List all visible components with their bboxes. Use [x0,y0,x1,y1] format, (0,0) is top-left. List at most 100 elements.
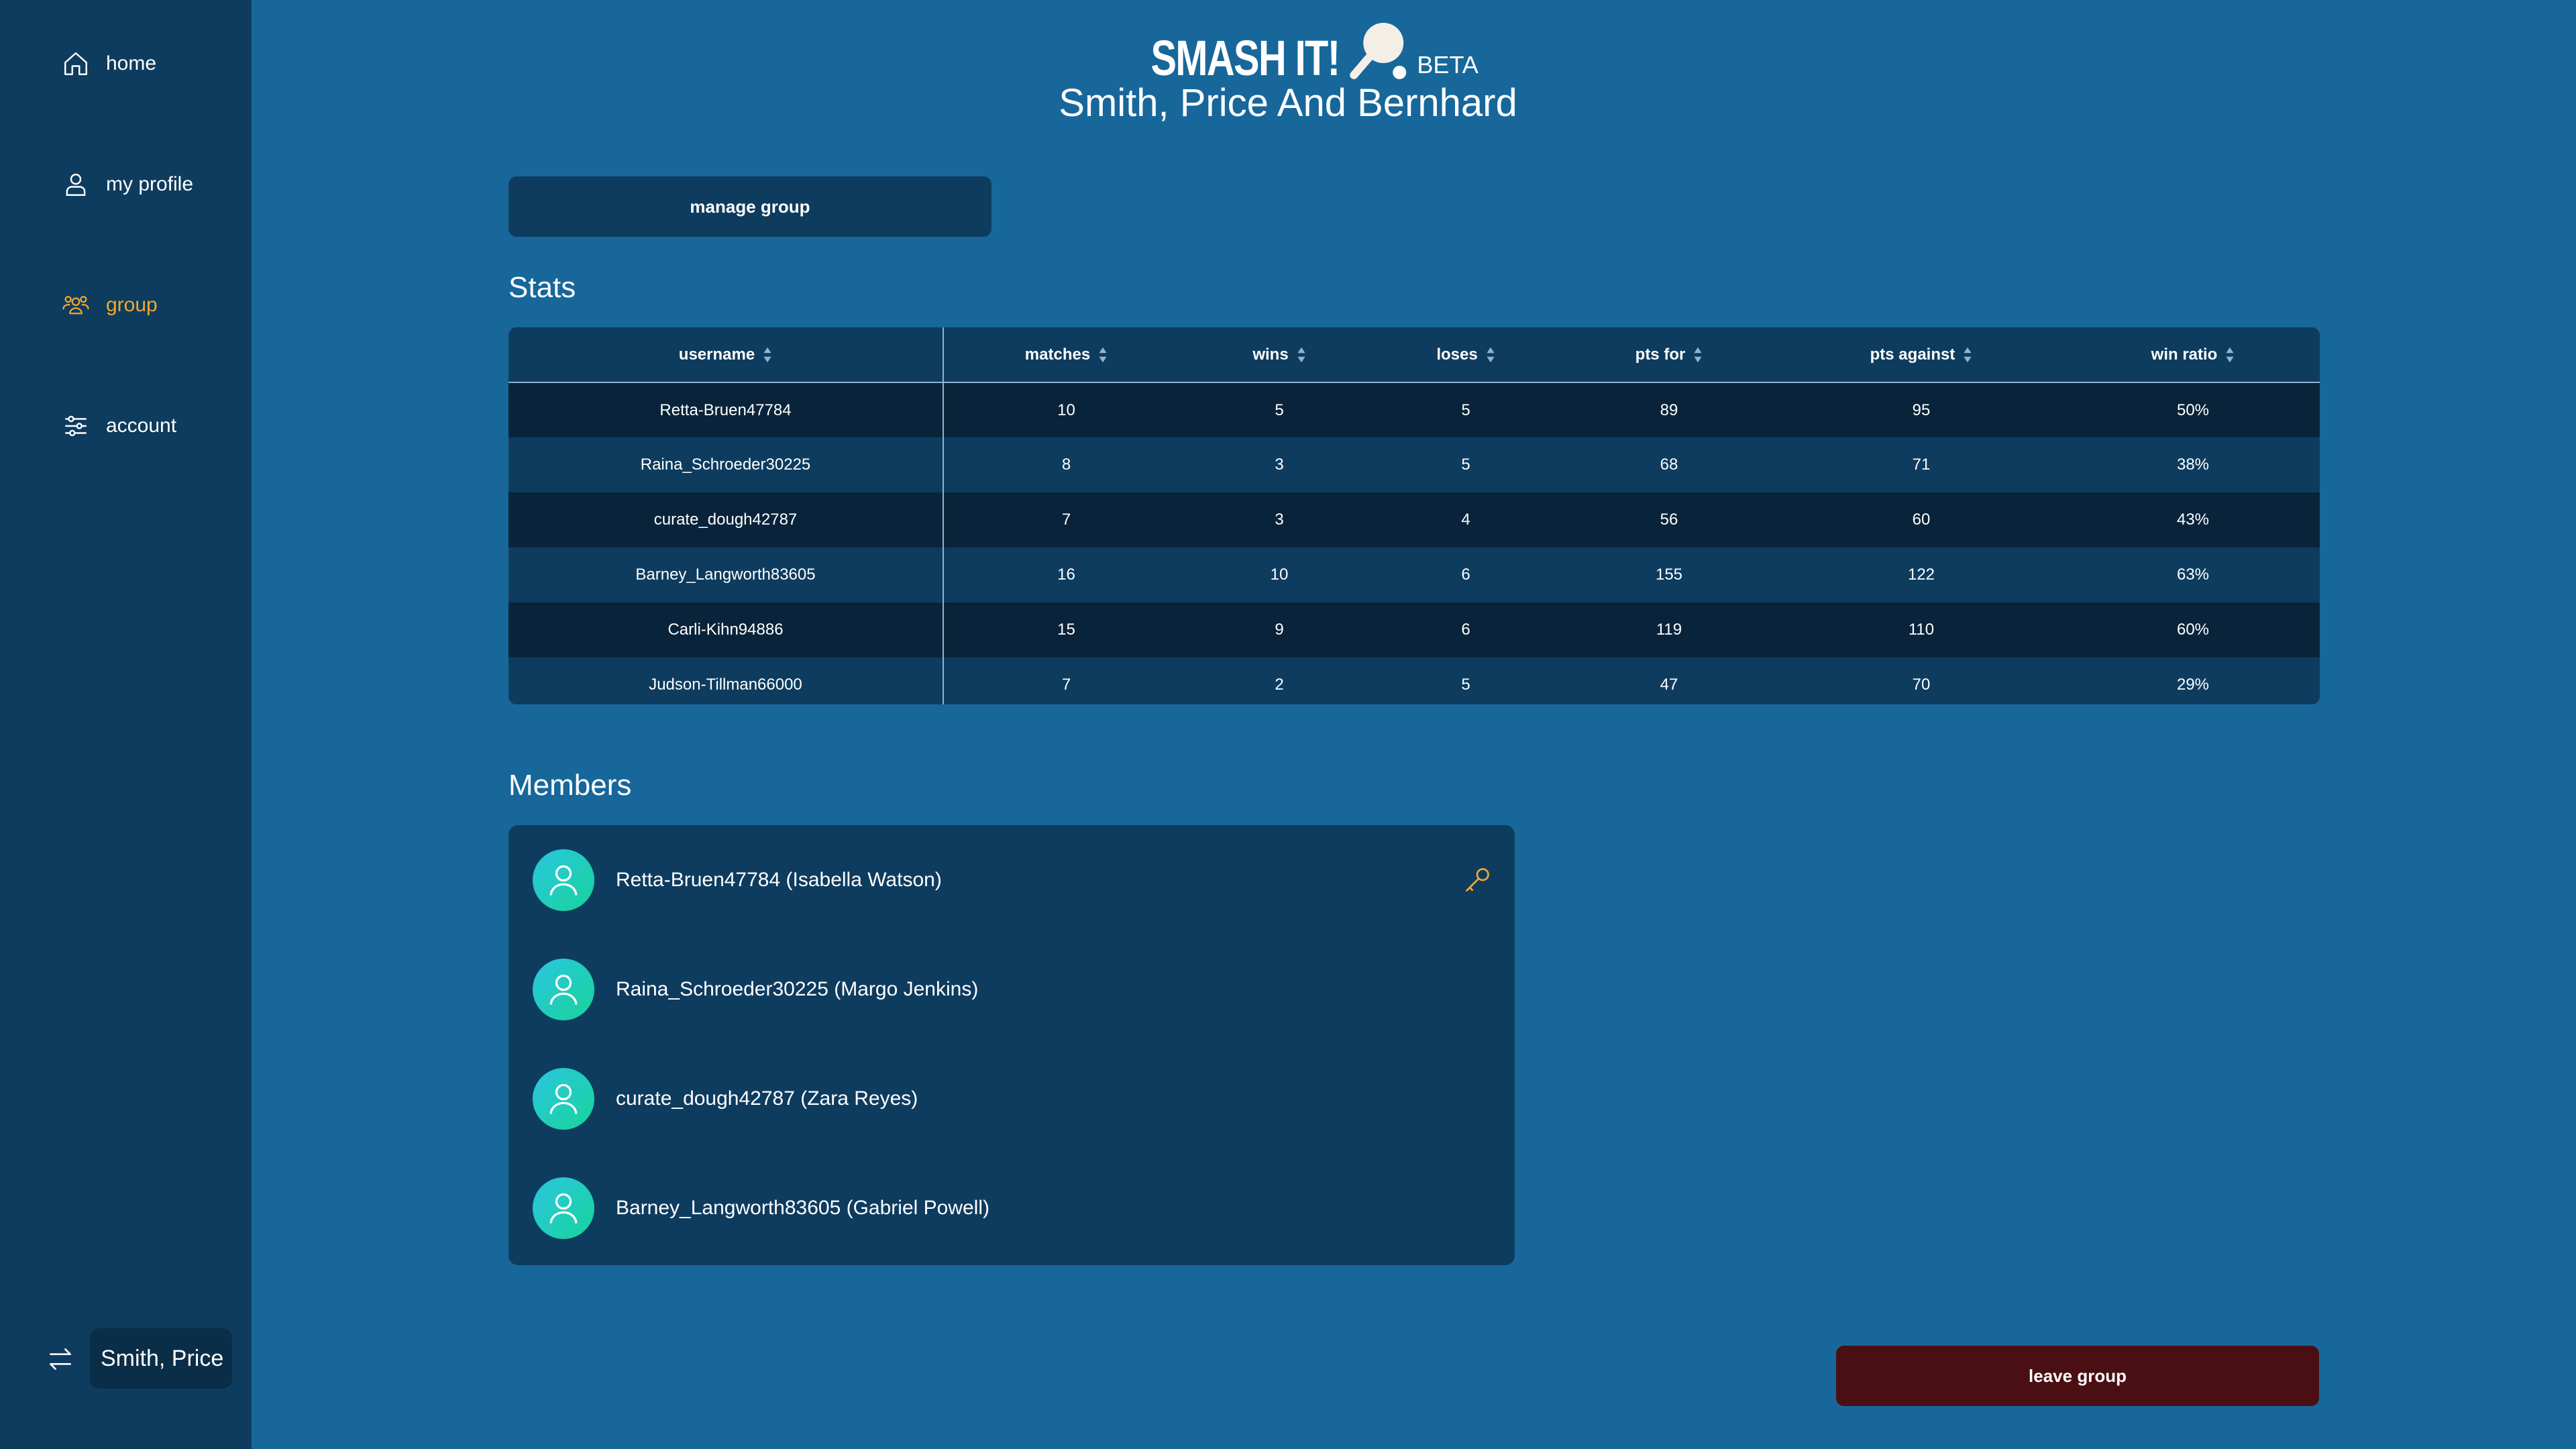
sidebar-item-label: my profile [106,173,194,195]
member-item[interactable]: Raina_Schroeder30225 (Margo Jenkins) [533,959,1492,1020]
column-header-pts-for[interactable]: pts for [1562,327,1776,383]
members-panel: Retta-Bruen47784 (Isabella Watson) Raina… [508,825,1515,1265]
cell-loses: 5 [1370,437,1562,492]
cell-pts-for: 89 [1562,382,1776,437]
sort-icon [1099,347,1107,363]
manage-group-button[interactable]: manage group [508,176,991,237]
member-name: Raina_Schroeder30225 (Margo Jenkins) [616,978,979,1000]
cell-pts-for: 119 [1562,602,1776,657]
cell-matches: 15 [943,602,1189,657]
column-header-matches[interactable]: matches [943,327,1189,383]
sidebar-item-label: group [106,294,158,316]
cell-wins: 2 [1189,657,1370,704]
ping-pong-paddle-icon [1350,23,1407,79]
current-group-selector[interactable]: Smith, Price [90,1328,232,1389]
cell-pts-against: 60 [1776,492,2066,547]
sort-icon [763,347,771,363]
avatar [533,959,594,1020]
cell-matches: 7 [943,657,1189,704]
cell-loses: 6 [1370,547,1562,602]
group-icon [62,296,89,315]
cell-loses: 5 [1370,657,1562,704]
page-title: Smith, Price And Bernhard [1059,81,1517,125]
column-header-username[interactable]: username [508,327,944,383]
key-icon [1466,868,1489,892]
sort-icon [1297,347,1305,363]
member-item[interactable]: curate_dough42787 (Zara Reyes) [533,1068,1492,1130]
stats-table: username matches wins loses pts for pts … [508,327,2320,704]
cell-win-ratio: 60% [2066,602,2320,657]
beta-label: BETA [1417,51,1479,78]
sort-icon [1487,347,1495,363]
cell-win-ratio: 50% [2066,382,2320,437]
column-header-loses[interactable]: loses [1370,327,1562,383]
cell-wins: 10 [1189,547,1370,602]
table-row: Raina_Schroeder30225 8 3 5 68 71 38% [508,437,2320,492]
cell-loses: 4 [1370,492,1562,547]
cell-username: Barney_Langworth83605 [508,547,944,602]
cell-pts-against: 122 [1776,547,2066,602]
switch-icon[interactable] [46,1344,75,1374]
column-header-wins[interactable]: wins [1189,327,1370,383]
sidebar-item-home[interactable]: home [62,50,156,78]
cell-wins: 5 [1189,382,1370,437]
cell-matches: 8 [943,437,1189,492]
avatar [533,1177,594,1239]
cell-pts-for: 56 [1562,492,1776,547]
cell-matches: 10 [943,382,1189,437]
sidebar-item-group[interactable]: group [62,291,158,319]
cell-win-ratio: 43% [2066,492,2320,547]
cell-loses: 5 [1370,382,1562,437]
cell-loses: 6 [1370,602,1562,657]
cell-username: Carli-Kihn94886 [508,602,944,657]
cell-username: curate_dough42787 [508,492,944,547]
cell-wins: 3 [1189,437,1370,492]
members-heading: Members [508,769,632,802]
cell-username: Raina_Schroeder30225 [508,437,944,492]
cell-username: Judson-Tillman66000 [508,657,944,704]
user-avatar-icon [549,865,578,896]
sidebar-item-account[interactable]: account [62,412,176,440]
cell-matches: 7 [943,492,1189,547]
column-header-pts-against[interactable]: pts against [1776,327,2066,383]
user-avatar-icon [549,974,578,1005]
member-name: Barney_Langworth83605 (Gabriel Powell) [616,1197,989,1219]
sidebar-item-my-profile[interactable]: my profile [62,170,193,199]
cell-matches: 16 [943,547,1189,602]
sidebar-item-label: account [106,415,177,437]
avatar [533,1068,594,1130]
app: home my profile group account Smith, Pri… [0,0,2576,1449]
sidebar-item-label: home [106,52,157,74]
user-avatar-icon [549,1193,578,1224]
column-header-win-ratio[interactable]: win ratio [2066,327,2320,383]
sort-icon [1964,347,1972,363]
avatar [533,849,594,911]
cell-pts-against: 95 [1776,382,2066,437]
table-row: Barney_Langworth83605 16 10 6 155 122 63… [508,547,2320,602]
cell-pts-against: 71 [1776,437,2066,492]
cell-win-ratio: 29% [2066,657,2320,704]
cell-win-ratio: 63% [2066,547,2320,602]
cell-wins: 9 [1189,602,1370,657]
logo-text: SMASH IT! [1150,30,1340,86]
table-row: Judson-Tillman66000 7 2 5 47 70 29% [508,657,2320,704]
cell-username: Retta-Bruen47784 [508,382,944,437]
cell-pts-against: 70 [1776,657,2066,704]
sidebar: home my profile group account Smith, Pri… [0,0,252,1449]
sliders-icon [65,415,87,437]
app-logo: SMASH IT! BETA [1097,19,1479,83]
table-row: Carli-Kihn94886 15 9 6 119 110 60% [508,602,2320,657]
leave-group-button[interactable]: leave group [1836,1346,2319,1406]
home-icon [64,52,87,75]
sort-icon [2226,347,2234,363]
member-name: curate_dough42787 (Zara Reyes) [616,1087,918,1110]
member-item[interactable]: Barney_Langworth83605 (Gabriel Powell) [533,1177,1492,1239]
stats-header-row: username matches wins loses pts for pts … [508,327,2320,383]
table-row: curate_dough42787 7 3 4 56 60 43% [508,492,2320,547]
table-row: Retta-Bruen47784 10 5 5 89 95 50% [508,382,2320,437]
member-item[interactable]: Retta-Bruen47784 (Isabella Watson) [533,849,1492,911]
cell-pts-for: 47 [1562,657,1776,704]
cell-pts-for: 68 [1562,437,1776,492]
user-avatar-icon [549,1083,578,1114]
cell-wins: 3 [1189,492,1370,547]
